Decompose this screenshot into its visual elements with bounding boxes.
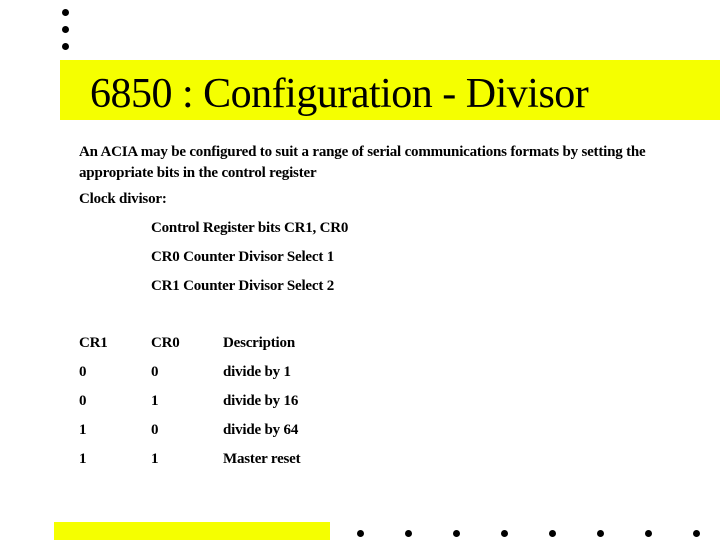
bullet-dot-decoration — [62, 43, 69, 50]
footer-dot-decoration — [549, 530, 556, 537]
table-cell-description: divide by 16 — [223, 393, 299, 409]
footer-dot-decoration — [597, 530, 604, 537]
intro-paragraph: An ACIA may be configured to suit a rang… — [79, 144, 646, 181]
table-cell-description: divide by 64 — [223, 422, 299, 438]
footer-dot-decoration — [693, 530, 700, 537]
table-header-cr1: CR1 — [79, 335, 108, 351]
table-cell-cr0: 1 — [151, 393, 159, 409]
footer-dot-decoration — [405, 530, 412, 537]
table-header-cr0: CR0 — [151, 335, 180, 351]
table-cell-cr0: 0 — [151, 422, 159, 438]
sub-item: CR0 Counter Divisor Select 1 — [151, 249, 334, 265]
bullet-dot-decoration — [62, 26, 69, 33]
table-cell-cr0: 1 — [151, 451, 159, 467]
footer-dot-decoration — [453, 530, 460, 537]
table-cell-cr1: 1 — [79, 422, 87, 438]
table-cell-description: Master reset — [223, 451, 301, 467]
bullet-dot-decoration — [62, 9, 69, 16]
table-header-description: Description — [223, 335, 295, 351]
footer-dot-decoration — [501, 530, 508, 537]
slide-title: 6850 : Configuration - Divisor — [90, 71, 589, 117]
table-cell-description: divide by 1 — [223, 364, 291, 380]
footer-dot-decoration — [357, 530, 364, 537]
table-cell-cr1: 0 — [79, 364, 87, 380]
sub-item: Control Register bits CR1, CR0 — [151, 220, 349, 236]
clock-divisor-heading: Clock divisor: — [79, 191, 167, 207]
table-cell-cr0: 0 — [151, 364, 159, 380]
table-cell-cr1: 0 — [79, 393, 87, 409]
table-cell-cr1: 1 — [79, 451, 87, 467]
sub-item: CR1 Counter Divisor Select 2 — [151, 278, 334, 294]
footer-dot-decoration — [645, 530, 652, 537]
footer-bar — [54, 522, 330, 540]
